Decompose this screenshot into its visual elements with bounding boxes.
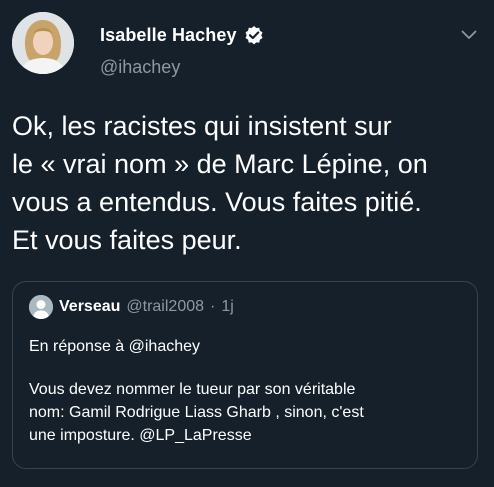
profile-photo-icon [12,12,74,74]
tweet-header: Isabelle Hachey @ihachey [100,22,264,78]
separator-dot: · [210,298,216,315]
quoted-avatar[interactable] [29,295,53,319]
tweet-text: Ok, les racistes qui insistent sur le « … [12,111,428,255]
more-options-button[interactable] [458,24,480,46]
author-avatar[interactable] [12,12,74,74]
author-display-name[interactable]: Isabelle Hachey [100,25,237,46]
author-handle[interactable]: @ihachey [100,57,264,78]
quoted-tweet-card[interactable]: Verseau @trail2008 · 1j En réponse à @ih… [12,281,478,469]
name-row: Isabelle Hachey [100,22,264,48]
quoted-display-name[interactable]: Verseau [59,298,120,316]
quoted-tweet-text: Vous devez nommer le tueur par son vérit… [29,381,364,444]
verified-badge-icon [244,25,264,45]
chevron-down-icon [461,30,477,39]
quoted-tweet-header: Verseau @trail2008 · 1j [29,295,234,319]
quoted-timestamp[interactable]: 1j [221,298,233,316]
default-profile-icon [29,295,53,319]
reply-to-label: En réponse à @ihachey [29,338,201,355]
quoted-handle[interactable]: @trail2008 [126,298,204,316]
